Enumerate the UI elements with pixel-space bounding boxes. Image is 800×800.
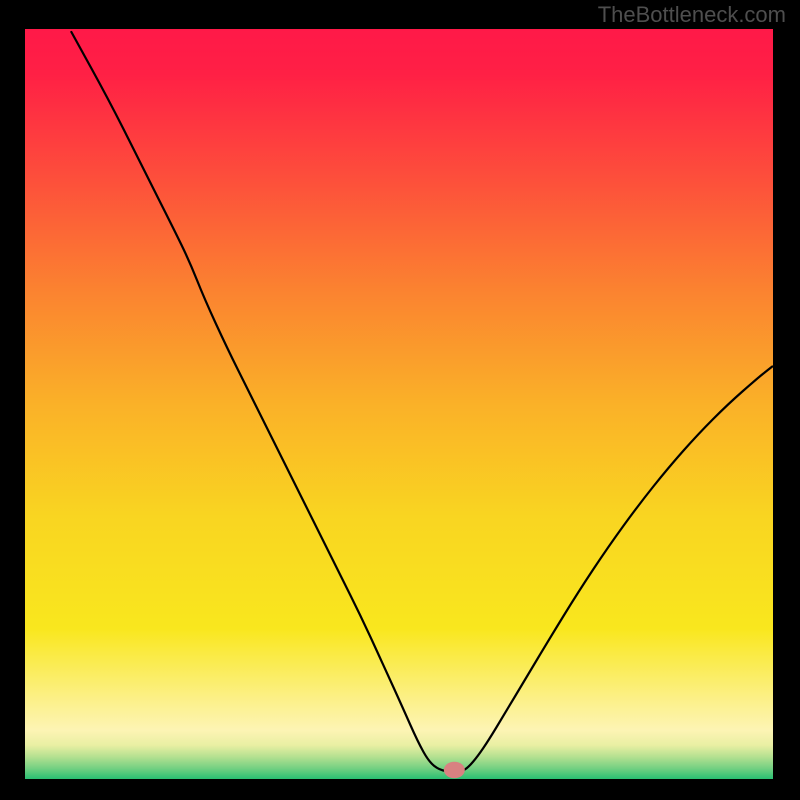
plot-background: [25, 29, 773, 779]
watermark-text: TheBottleneck.com: [598, 2, 786, 28]
chart-container: TheBottleneck.com: [0, 0, 800, 800]
optimal-point-marker: [444, 762, 465, 779]
bottleneck-chart: [0, 0, 800, 800]
